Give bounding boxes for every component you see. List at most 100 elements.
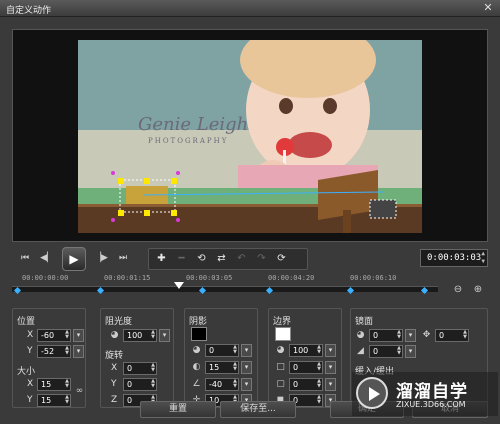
timeline-track[interactable] bbox=[12, 286, 438, 292]
rotation-x-input[interactable]: 0 ▲ ▼ bbox=[123, 362, 157, 375]
border-width-icon: □ bbox=[276, 362, 285, 372]
border-corner-icon: ▢ bbox=[276, 379, 285, 389]
shadow-opacity-input[interactable]: 0 ▲ ▼ bbox=[205, 344, 239, 357]
rotation-x-value: 0 bbox=[127, 364, 133, 373]
shadow-angle-input[interactable]: -40 ▲ ▼ bbox=[205, 378, 239, 391]
watermark-brand: 溜溜自学 bbox=[396, 382, 468, 402]
mirror-offset-input[interactable]: 0 ▲ ▼ bbox=[435, 329, 469, 342]
photo-watermark-line1: Genie Leigh bbox=[138, 114, 248, 135]
preview-scene: Genie Leigh PHOTOGRAPHY bbox=[78, 40, 422, 233]
shadow-angle-dropdown[interactable]: ▾ bbox=[241, 378, 252, 391]
position-y-dropdown[interactable]: ▾ bbox=[73, 345, 84, 358]
mirror-offset-value: 0 bbox=[439, 331, 445, 340]
opacity-input[interactable]: 100 ▲ ▼ bbox=[123, 329, 157, 342]
opacity-rotation-panel: 阻光度 ◕ 100▲▼ ▾ 旋转 X 0▲▼ Y 0▲▼ Z 0▲▼ bbox=[100, 308, 174, 408]
play-logo-icon bbox=[356, 377, 388, 409]
border-width-input[interactable]: 0 ▲ ▼ bbox=[289, 361, 323, 374]
play-icon: ▶ bbox=[69, 252, 79, 266]
border-corner-value: 0 bbox=[293, 380, 299, 389]
playback-controls: ⏮ ◀▏ ▶ ▕▶ ⏭ ✚ ━ ⟲ ⇄ ↶ ↷ ⟳ 0:00:03:03 ▲ ▼ bbox=[12, 245, 488, 273]
shadow-angle-icon: ∠ bbox=[192, 379, 201, 389]
border-panel: 边界 ◕ 100 ▲ ▼ ▾ □ 0 ▲ ▼ ▾ ▢ 0 ▲ ▼ ▾ ◼ 0 ▲ ▼ ▾ bbox=[268, 308, 342, 408]
ruler-label: 00:00:06:10 bbox=[350, 274, 397, 282]
rotation-label: 旋转 bbox=[105, 351, 124, 361]
swap-icon[interactable]: ⇄ bbox=[213, 251, 230, 267]
mirror-fade-icon: ◢ bbox=[357, 346, 364, 356]
ruler-label: 00:00:00:00 bbox=[22, 274, 69, 282]
border-label: 边界 bbox=[273, 317, 292, 327]
shadow-color-swatch[interactable] bbox=[191, 327, 207, 341]
shadow-blur-input[interactable]: 15 ▲ ▼ bbox=[205, 361, 239, 374]
opacity-icon: ◕ bbox=[110, 330, 119, 340]
shadow-blur-icon: ◐ bbox=[192, 362, 201, 372]
save-to-button[interactable]: 保存至... bbox=[220, 401, 296, 418]
home-icon[interactable]: ⏮ bbox=[16, 250, 34, 266]
playhead[interactable] bbox=[174, 282, 184, 289]
position-x-input[interactable]: -60 ▲ ▼ bbox=[37, 329, 71, 342]
size-label: 大小 bbox=[17, 367, 36, 377]
border-corner-input[interactable]: 0 ▲ ▼ bbox=[289, 378, 323, 391]
mirror-opacity-value: 0 bbox=[373, 331, 379, 340]
zoom-out-icon[interactable]: ⊖ bbox=[452, 284, 464, 296]
timecode-value: 0:00:03:03 bbox=[427, 253, 482, 263]
reverse-icon[interactable]: ⟲ bbox=[193, 251, 210, 267]
preview-area: Genie Leigh PHOTOGRAPHY bbox=[12, 29, 488, 242]
shadow-angle-value: -40 bbox=[209, 380, 223, 389]
shadow-blur-value: 15 bbox=[209, 363, 220, 372]
next-frame-icon[interactable]: ▕▶ bbox=[92, 250, 110, 266]
play-button[interactable]: ▶ bbox=[62, 247, 86, 271]
position-x-value: -60 bbox=[41, 331, 55, 340]
rotation-y-value: 0 bbox=[127, 380, 133, 389]
mirror-fade-value: 0 bbox=[373, 347, 379, 356]
shadow-opacity-icon: ◕ bbox=[192, 345, 201, 355]
zoom-in-icon[interactable]: ⊕ bbox=[472, 284, 484, 296]
position-x-dropdown[interactable]: ▾ bbox=[73, 329, 84, 342]
border-color-swatch[interactable] bbox=[275, 327, 291, 341]
keyframe-toolbar: ✚ ━ ⟲ ⇄ ↶ ↷ ⟳ bbox=[148, 248, 308, 270]
position-size-panel: 位置 X -60 ▲ ▼ ▾ Y -52 ▲ ▼ ▾ 大小 X 15 ▲ ▼ Y 15 ▲ ▼ … bbox=[12, 308, 86, 408]
rotation-y-input[interactable]: 0 ▲ ▼ bbox=[123, 378, 157, 391]
ruler-label: 00:00:04:20 bbox=[268, 274, 315, 282]
shadow-opacity-dropdown[interactable]: ▾ bbox=[241, 344, 252, 357]
move-left-icon[interactable]: ↶ bbox=[233, 251, 250, 267]
ruler-label: 00:00:03:05 bbox=[186, 274, 233, 282]
size-x-input[interactable]: 15 ▲ ▼ bbox=[37, 378, 71, 391]
photo-watermark-line2: PHOTOGRAPHY bbox=[148, 137, 228, 145]
close-icon[interactable]: ✕ bbox=[482, 2, 494, 14]
rotation-y-label: Y bbox=[111, 379, 117, 389]
border-width-dropdown[interactable]: ▾ bbox=[325, 361, 336, 374]
prev-frame-icon[interactable]: ◀▏ bbox=[38, 250, 56, 266]
border-opacity-input[interactable]: 100 ▲ ▼ bbox=[289, 344, 323, 357]
border-opacity-value: 100 bbox=[293, 346, 309, 355]
move-right-icon[interactable]: ↷ bbox=[253, 251, 270, 267]
goto-keyframe-icon[interactable]: ⟳ bbox=[273, 251, 290, 267]
timecode-field[interactable]: 0:00:03:03 ▲ ▼ bbox=[420, 249, 488, 267]
border-opacity-dropdown[interactable]: ▾ bbox=[325, 344, 336, 357]
position-label: 位置 bbox=[17, 317, 36, 327]
mirror-opacity-dropdown[interactable]: ▾ bbox=[405, 329, 416, 342]
shadow-opacity-value: 0 bbox=[209, 346, 215, 355]
mirror-fade-dropdown[interactable]: ▾ bbox=[405, 345, 416, 358]
mirror-opacity-input[interactable]: 0 ▲ ▼ bbox=[369, 329, 403, 342]
timecode-spinner-icon[interactable]: ▲ ▼ bbox=[481, 250, 485, 266]
position-y-value: -52 bbox=[41, 347, 55, 356]
mirror-label: 镜面 bbox=[355, 317, 374, 327]
dialog-body: Genie Leigh PHOTOGRAPHY ⏮ ◀▏ ▶ ▕▶ ⏭ ✚ ━ … bbox=[0, 17, 500, 424]
position-y-label: Y bbox=[27, 346, 33, 356]
reset-button[interactable]: 重置 bbox=[140, 401, 216, 418]
border-corner-dropdown[interactable]: ▾ bbox=[325, 378, 336, 391]
site-watermark: 溜溜自学 ZIXUE.3D66.COM bbox=[352, 372, 498, 416]
rotation-x-label: X bbox=[111, 363, 118, 373]
opacity-dropdown[interactable]: ▾ bbox=[159, 329, 170, 342]
end-icon[interactable]: ⏭ bbox=[114, 250, 132, 266]
ruler-label: 00:00:01:15 bbox=[104, 274, 151, 282]
position-y-input[interactable]: -52 ▲ ▼ bbox=[37, 345, 71, 358]
remove-keyframe-icon[interactable]: ━ bbox=[173, 251, 190, 267]
shadow-label: 阴影 bbox=[189, 317, 208, 327]
shadow-blur-dropdown[interactable]: ▾ bbox=[241, 361, 252, 374]
window-title: 自定义动作 bbox=[6, 6, 52, 16]
move-icon: ✥ bbox=[422, 330, 431, 340]
mirror-fade-input[interactable]: 0 ▲ ▼ bbox=[369, 345, 403, 358]
add-keyframe-icon[interactable]: ✚ bbox=[153, 251, 170, 267]
watermark-url: ZIXUE.3D66.COM bbox=[396, 400, 466, 409]
